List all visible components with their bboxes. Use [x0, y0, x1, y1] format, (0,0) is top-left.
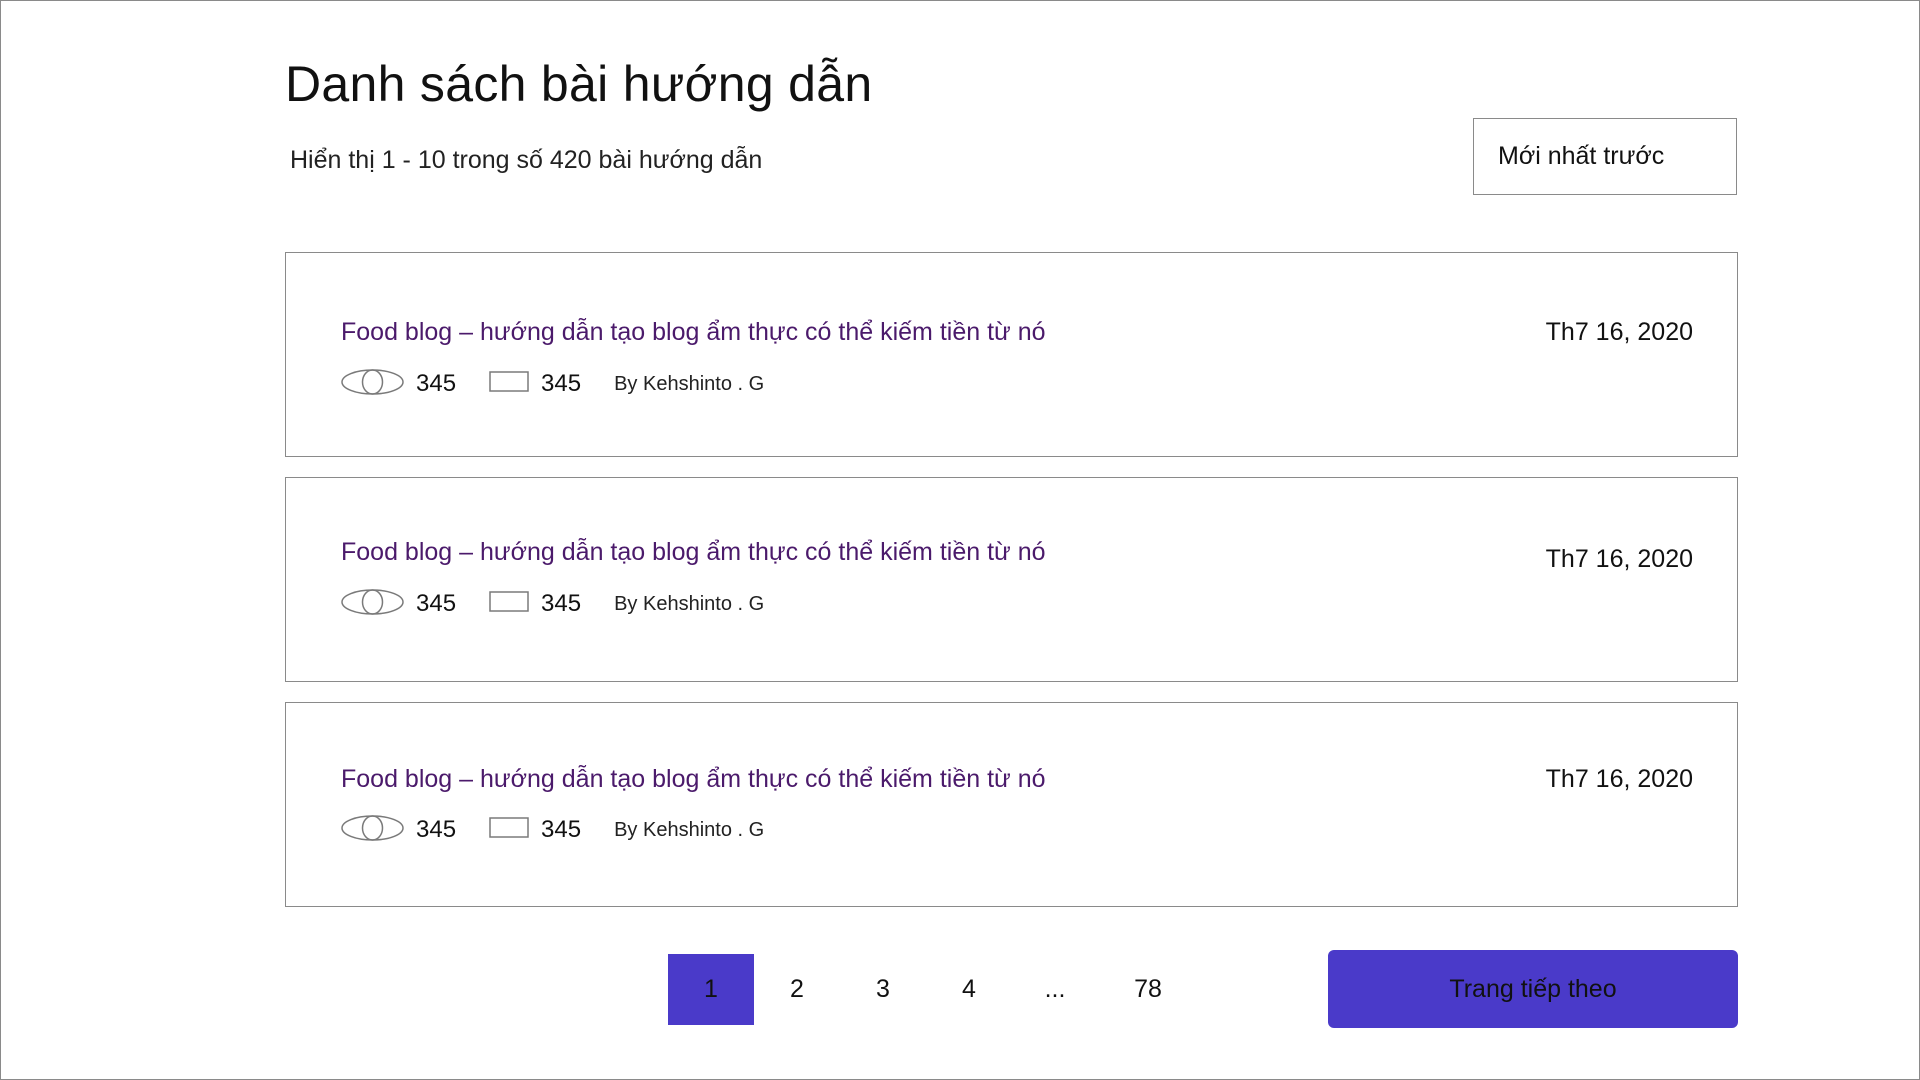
post-date: Th7 16, 2020: [1545, 318, 1693, 346]
comment-count: 345: [541, 590, 582, 617]
post-meta: 345 345 By Kehshinto . G: [341, 367, 764, 401]
post-date: Th7 16, 2020: [1545, 545, 1693, 573]
post-title-link[interactable]: Food blog – hướng dẫn tạo blog ẩm thực c…: [341, 762, 1046, 796]
post-card: Food blog – hướng dẫn tạo blog ẩm thực c…: [285, 477, 1738, 682]
next-page-label: Trang tiếp theo: [1449, 974, 1617, 1003]
comment-count: 345: [541, 816, 582, 843]
post-card: Food blog – hướng dẫn tạo blog ẩm thực c…: [285, 252, 1738, 457]
eye-icon: [341, 368, 404, 401]
view-count: 345: [416, 816, 457, 843]
comment-icon: [489, 590, 529, 618]
sort-dropdown[interactable]: Mới nhất trước: [1473, 118, 1737, 195]
post-author: By Kehshinto . G: [614, 592, 765, 615]
page-button-4[interactable]: 4: [926, 954, 1012, 1025]
comment-icon: [489, 816, 529, 844]
page-frame: Danh sách bài hướng dẫn Hiển thị 1 - 10 …: [0, 0, 1920, 1080]
result-summary: Hiển thị 1 - 10 trong số 420 bài hướng d…: [290, 146, 763, 174]
page-button-78[interactable]: 78: [1098, 954, 1198, 1025]
page-button-2[interactable]: 2: [754, 954, 840, 1025]
post-title-link[interactable]: Food blog – hướng dẫn tạo blog ẩm thực c…: [341, 535, 1046, 569]
eye-icon: [341, 588, 404, 621]
view-count: 345: [416, 590, 457, 617]
page-button-1[interactable]: 1: [668, 954, 754, 1025]
page-ellipsis: ...: [1044, 975, 1066, 1003]
post-author: By Kehshinto . G: [614, 372, 765, 395]
post-card: Food blog – hướng dẫn tạo blog ẩm thực c…: [285, 702, 1738, 907]
post-meta: 345 345 By Kehshinto . G: [341, 813, 764, 847]
page-title: Danh sách bài hướng dẫn: [285, 56, 873, 112]
next-page-button[interactable]: Trang tiếp theo: [1328, 950, 1738, 1028]
view-count: 345: [416, 370, 457, 397]
post-title-link[interactable]: Food blog – hướng dẫn tạo blog ẩm thực c…: [341, 315, 1046, 349]
post-author: By Kehshinto . G: [614, 818, 765, 841]
eye-icon: [341, 814, 404, 847]
post-meta: 345 345 By Kehshinto . G: [341, 587, 764, 621]
comment-count: 345: [541, 370, 582, 397]
page-button-3[interactable]: 3: [840, 954, 926, 1025]
post-date: Th7 16, 2020: [1545, 765, 1693, 793]
sort-dropdown-value: Mới nhất trước: [1498, 142, 1665, 170]
comment-icon: [489, 370, 529, 398]
